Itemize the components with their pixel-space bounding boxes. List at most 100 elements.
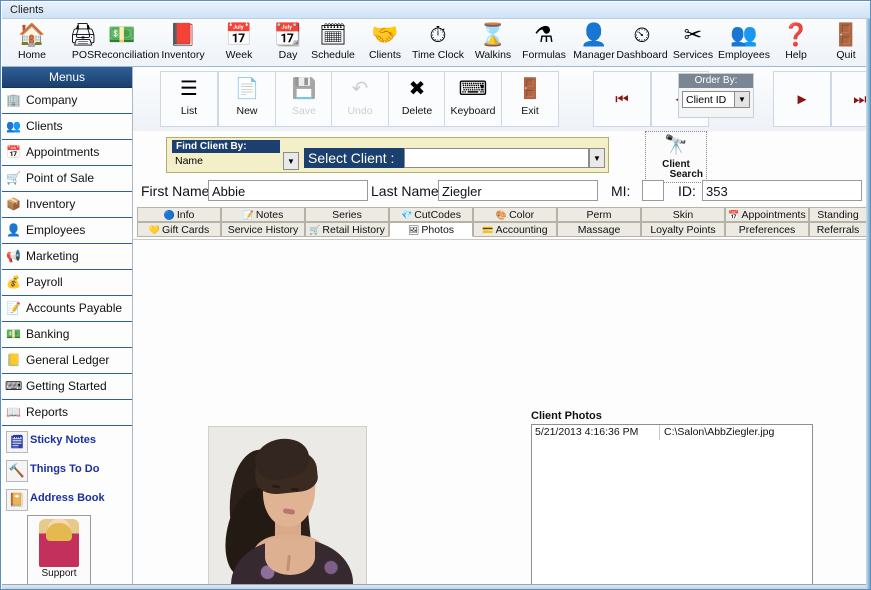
sidebar-item-inventory[interactable]: 📦 Inventory — [2, 192, 132, 218]
last-record-button[interactable]: ⏭ — [831, 71, 870, 127]
main-toolbar: 🏠 Home 🖨 POS 💵 Reconciliation 📕 Inventory 📅 Week 📆… — [2, 19, 870, 67]
button-delete[interactable]: ✖ Delete — [388, 71, 446, 127]
client-photos-list[interactable]: 5/21/2013 4:16:36 PM C:\Salon\AbbZiegler.… — [531, 424, 813, 589]
sidebar-item-label: Clients — [26, 119, 63, 133]
tab-massage[interactable]: Massage — [557, 222, 641, 237]
tab-photos[interactable]: 🖼 Photos — [389, 222, 473, 237]
sidebar-item-label: Company — [26, 93, 78, 107]
tab-label: Referrals — [816, 224, 860, 236]
button-list[interactable]: ☰ List — [160, 71, 218, 127]
tab-loyalty-points[interactable]: Loyalty Points — [641, 222, 725, 237]
select-client-input[interactable] — [404, 148, 589, 168]
tab-service-history[interactable]: Service History — [221, 222, 305, 237]
toolbar-employees[interactable]: 👥 Employees — [716, 20, 772, 66]
book-icon: 📕 — [169, 22, 197, 47]
toolbar-formulas[interactable]: ⚗ Formulas — [516, 20, 572, 66]
schedule-icon: 🗓 — [319, 22, 347, 47]
button-label: Delete — [401, 105, 433, 117]
tab-gift-cards[interactable]: 💛 Gift Cards — [137, 222, 221, 237]
mi-input[interactable] — [642, 180, 664, 201]
tab-skin[interactable]: Skin — [641, 207, 725, 222]
sidebar-item-banking[interactable]: 💵 Banking — [2, 322, 132, 348]
sidebar-item-getting-started[interactable]: ⌨ Getting Started — [2, 374, 132, 400]
toolbar-week[interactable]: 📅 Week — [211, 20, 267, 66]
next-record-button[interactable]: ► — [773, 71, 831, 127]
last-record-icon: ⏭ — [853, 91, 867, 108]
toolbar-label: Clients — [368, 49, 402, 61]
toolbar-quit[interactable]: 🚪 Quit — [818, 20, 870, 66]
toolbar-services[interactable]: ✂ Services — [665, 20, 721, 66]
sticky-note-icon: 🗒 — [6, 431, 28, 453]
tab-appointments[interactable]: 📅 Appointments — [725, 207, 809, 222]
select-client-dropdown-arrow[interactable]: ▼ — [589, 148, 605, 168]
sidebar-link-address-book[interactable]: 📔 Address Book — [2, 484, 132, 513]
tab-retail-history[interactable]: 🛒 Retail History — [305, 222, 389, 237]
sidebar-item-company[interactable]: 🏢 Company — [2, 88, 132, 114]
toolbar-help[interactable]: ❓ Help — [768, 20, 824, 66]
photo-list-row[interactable]: 5/21/2013 4:16:36 PM C:\Salon\AbbZiegler.… — [532, 425, 812, 440]
toolbar-inventory[interactable]: 📕 Inventory — [155, 20, 211, 66]
hammer-icon: 🔨 — [6, 460, 28, 482]
toolbar-label: Walkins — [474, 49, 512, 61]
new-page-icon: 📄 — [234, 78, 260, 100]
find-client-by-value[interactable]: Name — [172, 153, 292, 169]
stopwatch-icon: ⏱ — [429, 22, 447, 47]
sidebar-item-clients[interactable]: 👥 Clients — [2, 114, 132, 140]
sidebar-item-employees[interactable]: 👤 Employees — [2, 218, 132, 244]
button-exit[interactable]: 🚪 Exit — [501, 71, 559, 127]
notes-icon: 📝 — [242, 210, 254, 220]
tab-cutcodes[interactable]: 💎 CutCodes — [389, 207, 473, 222]
sidebar-item-appointments[interactable]: 📅 Appointments — [2, 140, 132, 166]
sidebar-link-things-to-do[interactable]: 🔨 Things To Do — [2, 455, 132, 484]
tab-color[interactable]: 🎨 Color — [473, 207, 557, 222]
button-label: Undo — [347, 105, 373, 117]
sidebar-item-label: Appointments — [26, 145, 100, 159]
toolbar-dashboard[interactable]: ⏲ Dashboard — [614, 20, 670, 66]
chevron-down-icon[interactable]: ▼ — [734, 92, 749, 107]
toolbar-label: Week — [225, 49, 253, 61]
sidebar-item-reports[interactable]: 📖 Reports — [2, 400, 132, 426]
button-undo: ↶ Undo — [331, 71, 389, 127]
accounting-icon: 💳 — [482, 225, 494, 235]
toolbar-reconciliation[interactable]: 💵 Reconciliation — [94, 20, 159, 66]
tab-accounting[interactable]: 💳 Accounting — [473, 222, 557, 237]
megaphone-icon: 📢 — [6, 249, 21, 263]
toolbar-time-clock[interactable]: ⏱ Time Clock — [410, 20, 466, 66]
first-record-button[interactable]: ⏮ — [593, 71, 651, 127]
delete-x-icon: ✖ — [408, 78, 426, 100]
toolbar-walkins[interactable]: ⌛ Walkins — [465, 20, 521, 66]
toolbar-home[interactable]: 🏠 Home — [4, 20, 60, 66]
order-by-select[interactable]: Client ID ▼ — [682, 91, 750, 108]
sidebar-link-label: Address Book — [30, 492, 105, 504]
sidebar-item-general-ledger[interactable]: 📒 General Ledger — [2, 348, 132, 374]
support-button[interactable]: Support — [27, 515, 91, 585]
tab-series[interactable]: Series — [305, 207, 389, 222]
sidebar-item-label: Payroll — [26, 275, 63, 289]
first-name-input[interactable]: Abbie — [208, 180, 368, 201]
tab-referrals[interactable]: Referrals — [809, 222, 867, 237]
tab-label: Skin — [672, 209, 694, 221]
sidebar-item-point-of-sale[interactable]: 🛒 Point of Sale — [2, 166, 132, 192]
tab-label: Notes — [255, 209, 284, 221]
tab-label: Accounting — [495, 224, 548, 236]
toolbar-schedule[interactable]: 🗓 Schedule — [305, 20, 361, 66]
id-input[interactable]: 353 — [702, 180, 862, 201]
last-name-input[interactable]: Ziegler — [438, 180, 598, 201]
find-client-by-dropdown-arrow[interactable]: ▼ — [283, 152, 299, 170]
toolbar-clients[interactable]: 🤝 Clients — [357, 20, 413, 66]
cart-icon: 🛒 — [6, 171, 21, 185]
tab-preferences[interactable]: Preferences — [725, 222, 809, 237]
tab-perm[interactable]: Perm — [557, 207, 641, 222]
tab-notes[interactable]: 📝 Notes — [221, 207, 305, 222]
sidebar-item-marketing[interactable]: 📢 Marketing — [2, 244, 132, 270]
button-new[interactable]: 📄 New — [218, 71, 276, 127]
scissors-icon: ✂ — [683, 22, 703, 47]
sidebar-link-sticky-notes[interactable]: 🗒 Sticky Notes — [2, 426, 132, 455]
sidebar-item-label: Employees — [26, 223, 86, 237]
tab-standing[interactable]: Standing — [809, 207, 867, 222]
client-search-button[interactable]: 🔭 Client Search — [645, 131, 707, 183]
tab-info[interactable]: 🔵 Info — [137, 207, 221, 222]
button-keyboard[interactable]: ⌨ Keyboard — [444, 71, 502, 127]
sidebar-item-payroll[interactable]: 💰 Payroll — [2, 270, 132, 296]
sidebar-item-accounts-payable[interactable]: 📝 Accounts Payable — [2, 296, 132, 322]
